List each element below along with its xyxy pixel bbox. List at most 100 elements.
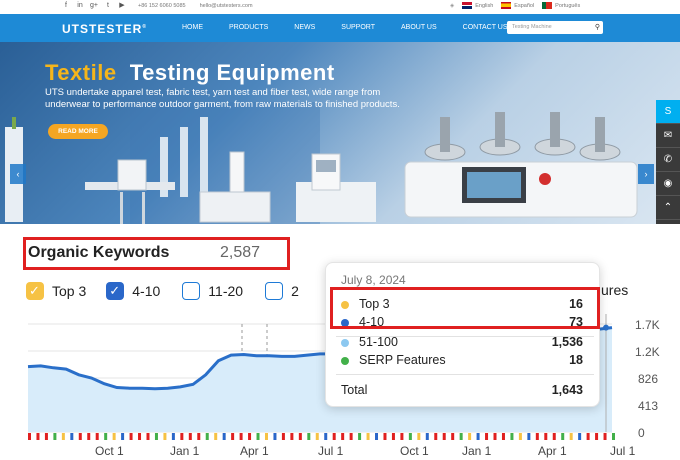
keyword-count: 2,587	[220, 244, 261, 261]
serp-marker	[510, 433, 514, 440]
banner-next-arrow[interactable]: ›	[638, 164, 654, 184]
serp-marker	[586, 433, 590, 440]
filter-top3[interactable]: ✓ Top 3	[26, 282, 86, 300]
serp-marker	[501, 433, 505, 440]
serp-marker	[400, 433, 404, 440]
language-switcher: ◈ English Español Português	[450, 2, 580, 9]
serp-marker	[36, 433, 40, 440]
serp-marker	[205, 433, 209, 440]
serp-marker	[214, 433, 218, 440]
top-info-bar: f in g+ t ▶ +86 152 6060 5085 hello@utst…	[0, 0, 680, 14]
serp-marker	[603, 433, 607, 440]
search-input[interactable]: Testing Machine ⚲	[507, 21, 603, 34]
main-nav: UTSTESTER® HOME PRODUCTS NEWS SUPPORT AB…	[0, 14, 680, 42]
nav-support[interactable]: SUPPORT	[341, 24, 375, 31]
serp-marker	[307, 433, 311, 440]
hover-point	[603, 324, 609, 331]
panel-title: Organic Keywords	[28, 244, 170, 261]
serp-marker	[78, 433, 82, 440]
scroll-top-icon[interactable]: ⌃	[656, 196, 680, 220]
serp-marker	[324, 433, 328, 440]
facebook-icon[interactable]: f	[62, 2, 70, 10]
filter-4-10[interactable]: ✓ 4-10	[106, 282, 160, 300]
serp-marker	[476, 433, 480, 440]
search-icon[interactable]: ⚲	[595, 23, 600, 31]
filter-21-50[interactable]: 2	[265, 282, 299, 300]
linkedin-icon[interactable]: in	[76, 2, 84, 10]
tooltip-row-51-100: 51-100 1,536	[341, 335, 591, 351]
legend-dot	[341, 338, 349, 347]
legend-dot	[341, 356, 349, 365]
serp-marker	[222, 433, 226, 440]
serp-marker	[468, 433, 472, 440]
serp-marker	[493, 433, 497, 440]
x-tick: Jul 1	[318, 444, 344, 458]
social-links: f in g+ t ▶	[62, 2, 126, 10]
x-tick: Jul 1	[610, 444, 636, 458]
serp-marker	[129, 433, 133, 440]
serp-marker	[375, 433, 379, 440]
serp-marker	[434, 433, 438, 440]
filter-11-20[interactable]: 11-20	[182, 282, 243, 300]
nav-about[interactable]: ABOUT US	[401, 24, 437, 31]
serp-marker	[332, 433, 336, 440]
lang-label: English	[475, 2, 494, 9]
serp-marker	[535, 433, 539, 440]
globe-icon: ◈	[450, 2, 455, 9]
serp-marker	[121, 433, 125, 440]
email-icon[interactable]: ✉	[656, 124, 680, 148]
lang-portuguese[interactable]: Português	[542, 2, 580, 9]
serp-marker	[53, 433, 57, 440]
tooltip-date: July 8, 2024	[341, 273, 406, 287]
read-more-button[interactable]: READ MORE	[48, 124, 108, 139]
google-plus-icon[interactable]: g+	[90, 2, 98, 10]
serp-marker	[231, 433, 235, 440]
filter-label: 11-20	[208, 283, 244, 299]
serp-marker	[341, 433, 345, 440]
tooltip-total: Total 1,643	[341, 383, 583, 397]
serp-marker	[383, 433, 387, 440]
lang-english[interactable]: English	[462, 2, 493, 9]
serp-marker	[248, 433, 252, 440]
serp-marker	[569, 433, 573, 440]
x-tick: Apr 1	[538, 444, 567, 458]
youtube-icon[interactable]: ▶	[118, 2, 126, 10]
nav-products[interactable]: PRODUCTS	[229, 24, 268, 31]
twitter-icon[interactable]: t	[104, 2, 112, 10]
serp-marker	[451, 433, 455, 440]
nav-menu: HOME PRODUCTS NEWS SUPPORT ABOUT US CONT…	[182, 24, 508, 31]
x-tick: Oct 1	[400, 444, 429, 458]
checkbox-checked-icon: ✓	[106, 282, 125, 300]
phone-icon[interactable]: ✆	[656, 148, 680, 172]
site-logo[interactable]: UTSTESTER®	[62, 22, 147, 36]
floating-contact-bar: S ✉ ✆ ◉ ⌃	[656, 100, 680, 224]
lang-spanish[interactable]: Español	[501, 2, 534, 9]
nav-contact[interactable]: CONTACT US	[463, 24, 508, 31]
serp-marker	[358, 433, 362, 440]
highlight-box-tooltip	[330, 287, 600, 329]
organic-keywords-panel: Organic Keywords 2,587 ✓ Top 3 ✓ 4-10 11-2…	[0, 224, 680, 460]
banner-prev-arrow[interactable]: ‹	[10, 164, 26, 184]
nav-home[interactable]: HOME	[182, 24, 203, 31]
serp-marker	[87, 433, 91, 440]
serp-marker	[104, 433, 108, 440]
serp-marker	[256, 433, 260, 440]
checkbox-checked-icon: ✓	[26, 282, 44, 300]
nav-news[interactable]: NEWS	[294, 24, 315, 31]
serp-marker	[290, 433, 294, 440]
serp-marker	[138, 433, 142, 440]
whatsapp-icon[interactable]: ◉	[656, 172, 680, 196]
serp-marker	[391, 433, 395, 440]
serp-marker	[561, 433, 565, 440]
serp-marker	[595, 433, 599, 440]
serp-marker	[315, 433, 319, 440]
email-link[interactable]: hello@utstesters.com	[200, 3, 253, 9]
serp-marker	[459, 433, 463, 440]
serp-marker	[70, 433, 74, 440]
checkbox-unchecked-icon	[182, 282, 201, 300]
serp-marker	[408, 433, 412, 440]
serp-marker	[298, 433, 302, 440]
position-filters: ✓ Top 3 ✓ 4-10 11-20 2	[26, 282, 299, 300]
skype-icon[interactable]: S	[656, 100, 680, 124]
serp-marker	[578, 433, 582, 440]
